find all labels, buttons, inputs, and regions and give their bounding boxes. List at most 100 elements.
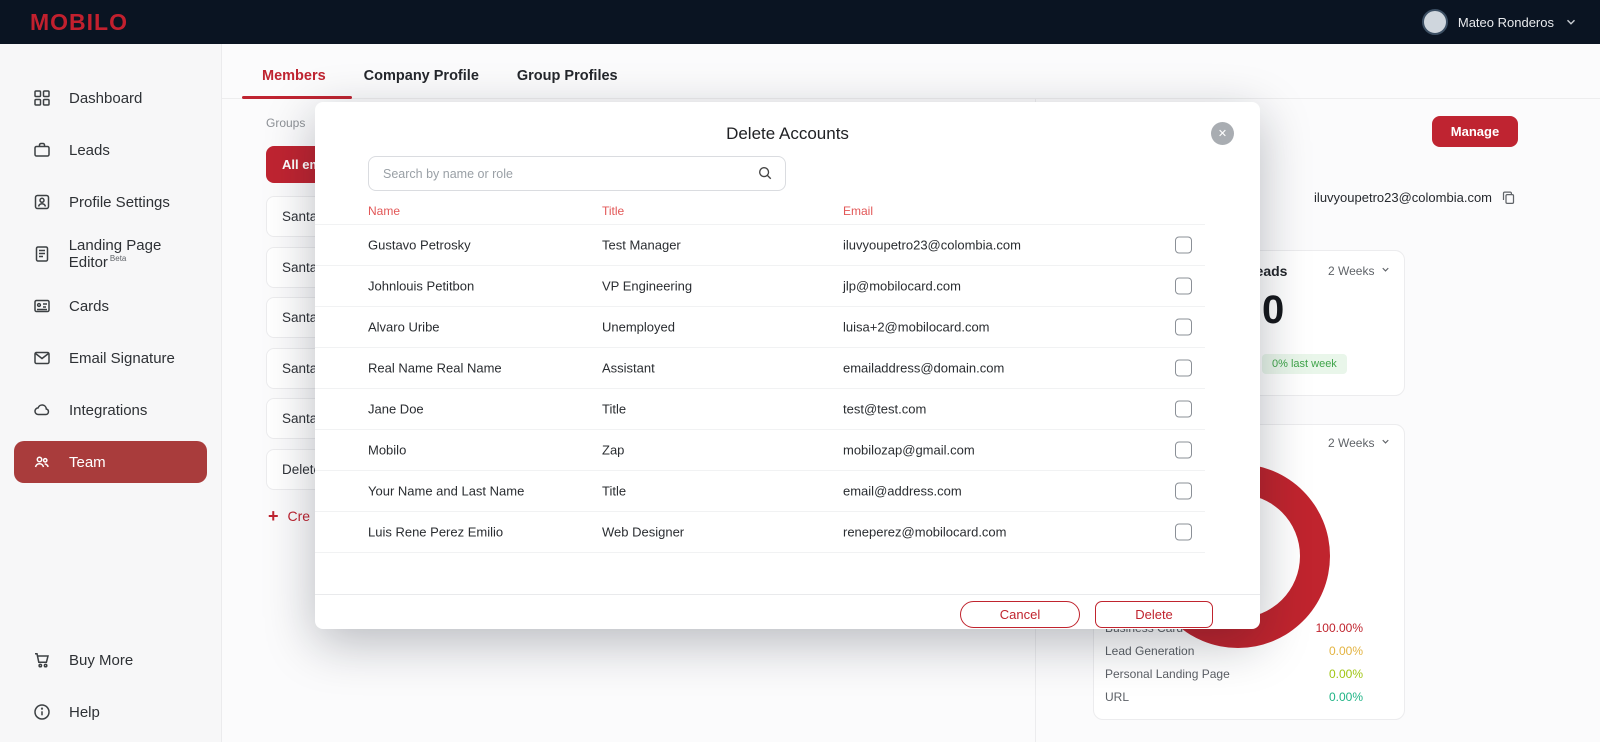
table-row: Mobilo Zap mobilozap@gmail.com [315, 430, 1205, 471]
cell-title: Zap [602, 442, 625, 458]
info-icon [32, 703, 52, 721]
active-tab-underline [242, 96, 352, 99]
sidebar-item-label: Team [69, 453, 106, 471]
column-header-name: Name [368, 204, 401, 218]
cell-name: Gustavo Petrosky [368, 237, 471, 253]
table-row: Alvaro Uribe Unemployed luisa+2@mobiloca… [315, 307, 1205, 348]
copy-icon[interactable] [1501, 190, 1516, 205]
tab-company-profile[interactable]: Company Profile [364, 68, 479, 84]
table-row: Your Name and Last Name Title email@addr… [315, 471, 1205, 512]
cell-name: Johnlouis Petitbon [368, 278, 475, 294]
top-bar: MOBILO Mateo Ronderos [0, 0, 1600, 44]
legend-item: Personal Landing Page 0.00% [1105, 667, 1363, 682]
table-row: Gustavo Petrosky Test Manager iluvyoupet… [315, 225, 1205, 266]
sidebar-item-dashboard[interactable]: Dashboard [0, 72, 221, 124]
user-menu[interactable]: Mateo Ronderos [1421, 9, 1578, 35]
leads-delta-badge: 0% last week [1262, 354, 1347, 374]
user-name: Mateo Ronderos [1457, 14, 1554, 30]
cell-title: Web Designer [602, 524, 685, 540]
table-header: Name Title Email [315, 204, 1205, 224]
tab-group-profiles[interactable]: Group Profiles [517, 68, 618, 84]
row-checkbox[interactable] [1175, 359, 1192, 377]
sidebar-item-email-signature[interactable]: Email Signature [0, 332, 221, 384]
delete-accounts-modal: Delete Accounts ✕ Name Title Email Gusta… [315, 102, 1260, 629]
table-row: Real Name Real Name Assistant emailaddre… [315, 348, 1205, 389]
leads-count: 0 [1262, 288, 1285, 332]
account-email: iluvyoupetro23@colombia.com [1314, 190, 1492, 205]
cell-name: Luis Rene Perez Emilio [368, 524, 504, 540]
cell-email: email@address.com [843, 483, 962, 499]
cell-email: iluvyoupetro23@colombia.com [843, 237, 1021, 253]
create-group-link[interactable]: + Cre [268, 506, 311, 526]
row-checkbox[interactable] [1175, 441, 1192, 459]
accounts-table: Gustavo Petrosky Test Manager iluvyoupet… [315, 224, 1205, 553]
cell-title: Title [602, 483, 627, 499]
sidebar-item-landing-page-editor[interactable]: Landing Page Editor Beta [0, 228, 221, 280]
cancel-button[interactable]: Cancel [960, 601, 1080, 628]
sidebar-item-label: Landing Page Editor Beta [68, 237, 162, 271]
sidebar: Dashboard Leads Profile Settings Landing… [0, 44, 222, 742]
sources-period-value: 2 Weeks [1328, 436, 1375, 450]
sidebar-item-label: Buy More [69, 651, 134, 669]
column-header-title: Title [602, 204, 625, 218]
sidebar-item-team[interactable]: Team [14, 441, 207, 483]
cloud-icon [32, 401, 52, 419]
plus-icon: + [268, 506, 279, 526]
close-icon[interactable]: ✕ [1211, 122, 1234, 145]
cell-email: mobilozap@gmail.com [843, 442, 975, 458]
tab-members[interactable]: Members [262, 68, 326, 84]
leads-period-select[interactable]: 2 Weeks [1328, 264, 1391, 278]
sidebar-item-integrations[interactable]: Integrations [0, 384, 221, 436]
tab-bar: Members Company Profile Group Profiles [262, 68, 618, 84]
row-checkbox[interactable] [1175, 236, 1192, 254]
chevron-down-icon [1380, 436, 1391, 450]
legend-item: Lead Generation 0.00% [1105, 644, 1363, 659]
row-checkbox[interactable] [1175, 277, 1192, 295]
cell-name: Jane Doe [368, 401, 424, 417]
column-header-email: Email [843, 204, 874, 218]
tab-divider [222, 98, 1600, 99]
legend-value: 0.00% [1328, 644, 1363, 658]
legend-value: 0.00% [1328, 667, 1363, 681]
sidebar-item-profile-settings[interactable]: Profile Settings [0, 176, 221, 228]
cell-email: jlp@mobilocard.com [843, 278, 961, 294]
legend-value: 0.00% [1328, 690, 1363, 704]
card-icon [32, 297, 52, 315]
cell-name: Mobilo [368, 442, 407, 458]
cell-email: test@test.com [843, 401, 927, 417]
app-window: MOBILO Mateo Ronderos Dashboard Leads Pr… [0, 0, 1600, 742]
dashboard-icon [32, 89, 52, 107]
brand-logo: MOBILO [30, 8, 128, 35]
row-checkbox[interactable] [1175, 523, 1192, 541]
row-checkbox[interactable] [1175, 318, 1192, 336]
cell-title: Test Manager [602, 237, 681, 253]
create-group-label: Cre [287, 508, 311, 524]
legend-label: Personal Landing Page [1105, 667, 1230, 681]
manage-button[interactable]: Manage [1432, 116, 1518, 147]
cell-title: Unemployed [602, 319, 675, 335]
row-checkbox[interactable] [1175, 400, 1192, 418]
sidebar-item-label: Profile Settings [69, 193, 170, 211]
account-email-row: iluvyoupetro23@colombia.com [1314, 190, 1516, 205]
table-row: Johnlouis Petitbon VP Engineering jlp@mo… [315, 266, 1205, 307]
sources-period-select[interactable]: 2 Weeks [1328, 436, 1391, 450]
row-checkbox[interactable] [1175, 482, 1192, 500]
sidebar-item-buy-more[interactable]: Buy More [0, 642, 221, 678]
envelope-icon [32, 349, 52, 367]
cell-name: Alvaro Uribe [368, 319, 440, 335]
search-input[interactable] [368, 156, 786, 191]
legend-item: URL 0.00% [1105, 690, 1363, 705]
delete-button[interactable]: Delete [1095, 601, 1213, 628]
sidebar-item-label: Help [69, 703, 100, 721]
cell-name: Your Name and Last Name [368, 483, 525, 499]
sidebar-item-leads[interactable]: Leads [0, 124, 221, 176]
beta-badge: Beta [109, 254, 127, 263]
sidebar-item-help[interactable]: Help [0, 694, 221, 730]
chevron-down-icon [1564, 15, 1578, 29]
team-icon [32, 453, 52, 471]
sidebar-item-label: Leads [69, 141, 110, 159]
cell-email: emailaddress@domain.com [843, 360, 1005, 376]
search-icon[interactable] [757, 165, 773, 186]
sidebar-item-cards[interactable]: Cards [0, 280, 221, 332]
cart-icon [32, 651, 52, 669]
